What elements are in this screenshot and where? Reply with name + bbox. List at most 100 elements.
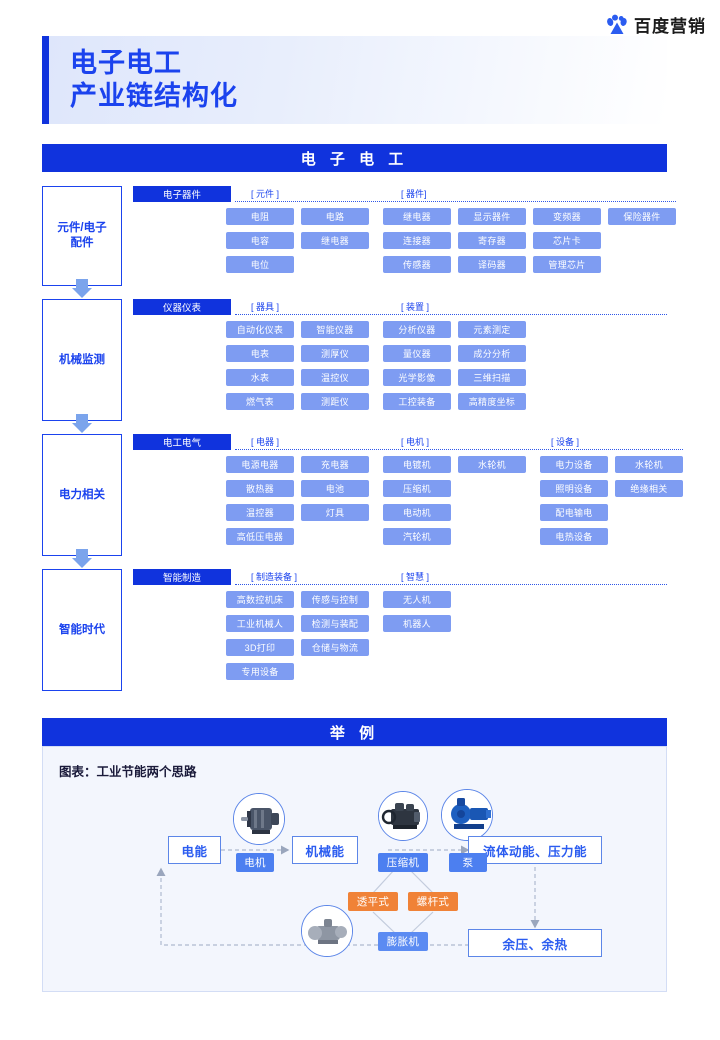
category-box-4[interactable]: 智能时代 — [42, 569, 122, 691]
group-divider — [235, 449, 683, 450]
energy-flow-diagram: 电能 机械能 流体动能、压力能 余压、余热 电机 压缩机 泵 透平式 螺杆式 膨… — [43, 747, 668, 993]
chip-item[interactable]: 无人机 — [383, 591, 451, 608]
chip-item[interactable]: 电镀机 — [383, 456, 451, 473]
chip-item[interactable]: 电热设备 — [540, 528, 608, 545]
chain-row-body: 智能制造[ 制造装备 ][ 智慧 ] 高数控机床 工业机械人 3D打印 专用设备 传感与控… — [133, 569, 667, 691]
chip-item[interactable]: 压缩机 — [383, 480, 451, 497]
chain-row-body: 电子器件[ 元件 ][ 器件] 电阻 电容 电位 电路 继电器 继电器 连接器 传感器 显示器件寄… — [133, 186, 676, 286]
chip-item[interactable]: 水轮机 — [458, 456, 526, 473]
node-mechanical-energy[interactable]: 机械能 — [292, 836, 358, 864]
chip-item[interactable]: 电路 — [301, 208, 369, 225]
group-labels: [ 元件 ] [ 器件] — [133, 187, 676, 201]
group-labels: [ 制造装备 ] [ 智慧 ] — [133, 570, 667, 584]
category-box-3[interactable]: 电力相关 — [42, 434, 122, 558]
chip-item[interactable]: 保险器件 — [608, 208, 676, 225]
chip-item[interactable]: 传感与控制 — [301, 591, 369, 608]
chip-item[interactable]: 工控装备 — [383, 393, 451, 410]
chip-column: 水轮机 绝缘相关 — [615, 456, 683, 545]
brand-name: 百度营销 — [634, 17, 706, 36]
chip-item[interactable]: 高精度坐标 — [458, 393, 526, 410]
node-electric-energy[interactable]: 电能 — [168, 836, 221, 864]
chip-item[interactable]: 燃气表 — [226, 393, 294, 410]
chip-item[interactable]: 照明设备 — [540, 480, 608, 497]
chip-column: 电镀机压缩机电动机汽轮机 — [383, 456, 451, 545]
chip-item[interactable]: 继电器 — [383, 208, 451, 225]
chip-item[interactable]: 电表 — [226, 345, 294, 362]
chip-item[interactable]: 显示器件 — [458, 208, 526, 225]
chip-item[interactable]: 检测与装配 — [301, 615, 369, 632]
label-pump[interactable]: 泵 — [449, 853, 487, 872]
node-fluid-energy[interactable]: 流体动能、压力能 — [468, 836, 602, 864]
chip-item[interactable]: 测厚仪 — [301, 345, 369, 362]
chip-item[interactable]: 电力设备 — [540, 456, 608, 473]
title-line-1: 电子电工 — [70, 48, 182, 78]
chip-item[interactable]: 专用设备 — [226, 663, 294, 680]
chip-item[interactable]: 3D打印 — [226, 639, 294, 656]
chip-item[interactable]: 芯片卡 — [533, 232, 601, 249]
chip-item[interactable]: 管理芯片 — [533, 256, 601, 273]
label-screw-type[interactable]: 螺杆式 — [408, 892, 458, 911]
group-divider — [235, 314, 667, 315]
title-line-2: 产业链结构化 — [70, 81, 238, 111]
chip-item[interactable]: 温控仪 — [301, 369, 369, 386]
category-label: 智能时代 — [59, 623, 105, 636]
node-residual-energy[interactable]: 余压、余热 — [468, 929, 602, 957]
chip-item[interactable]: 电动机 — [383, 504, 451, 521]
chip-item[interactable]: 水表 — [226, 369, 294, 386]
chip-placeholder — [301, 256, 369, 273]
chip-item[interactable]: 变频器 — [533, 208, 601, 225]
chip-item[interactable]: 机器人 — [383, 615, 451, 632]
chip-item[interactable]: 自动化仪表 — [226, 321, 294, 338]
chip-item[interactable]: 连接器 — [383, 232, 451, 249]
group-label: [ 器具 ] — [251, 302, 280, 312]
label-turbine-type[interactable]: 透平式 — [348, 892, 398, 911]
chip-item[interactable]: 光学影像 — [383, 369, 451, 386]
chain-row: 智能时代 智能制造[ 制造装备 ][ 智慧 ] 高数控机床 工业机械人 3D打印 专用设备… — [42, 569, 667, 691]
category-box-1[interactable]: 元件/电子 配件 — [42, 186, 122, 288]
chip-item[interactable]: 配电输电 — [540, 504, 608, 521]
chip-item[interactable]: 译码器 — [458, 256, 526, 273]
group-label: [ 电机 ] — [401, 437, 430, 447]
chip-item[interactable]: 水轮机 — [615, 456, 683, 473]
chip-column: 电力设备照明设备配电输电电热设备 — [540, 456, 608, 545]
chip-column: 变频器芯片卡管理芯片 — [533, 208, 601, 273]
chip-item[interactable]: 智能仪器 — [301, 321, 369, 338]
chip-placeholder — [383, 663, 451, 680]
label-motor[interactable]: 电机 — [236, 853, 274, 872]
chip-placeholder — [458, 528, 526, 545]
chip-item[interactable]: 工业机械人 — [226, 615, 294, 632]
chip-item[interactable]: 汽轮机 — [383, 528, 451, 545]
chip-item[interactable]: 电阻 — [226, 208, 294, 225]
chip-item[interactable]: 量仪器 — [383, 345, 451, 362]
chip-item[interactable]: 成分分析 — [458, 345, 526, 362]
chip-column: 高数控机床工业机械人 3D打印专用设备 — [226, 591, 294, 680]
category-label: 机械监测 — [59, 353, 105, 366]
chain-row: 电力相关 电工电气[ 电器 ][ 电机 ][ 设备 ] 电源电器 散热器 温控器 高低压电… — [42, 434, 683, 558]
category-box-2[interactable]: 机械监测 — [42, 299, 122, 423]
chip-item[interactable]: 传感器 — [383, 256, 451, 273]
chip-item[interactable]: 电池 — [301, 480, 369, 497]
chip-item[interactable]: 高低压电器 — [226, 528, 294, 545]
chip-item[interactable]: 分析仪器 — [383, 321, 451, 338]
chip-item[interactable]: 元素测定 — [458, 321, 526, 338]
chain-row: 元件/电子 配件 电子器件[ 元件 ][ 器件] 电阻 电容 电位 电路 继电器 继电器 连接器传… — [42, 186, 676, 288]
chip-item[interactable]: 灯具 — [301, 504, 369, 521]
chip-item[interactable]: 电容 — [226, 232, 294, 249]
chip-item[interactable]: 电源电器 — [226, 456, 294, 473]
chip-item[interactable]: 仓储与物流 — [301, 639, 369, 656]
chip-item[interactable]: 绝缘相关 — [615, 480, 683, 497]
chip-item[interactable]: 测距仪 — [301, 393, 369, 410]
chip-item[interactable]: 继电器 — [301, 232, 369, 249]
label-expander[interactable]: 膨胀机 — [378, 932, 428, 951]
chip-item[interactable]: 电位 — [226, 256, 294, 273]
chip-item[interactable]: 寄存器 — [458, 232, 526, 249]
chip-column: 保险器件 — [608, 208, 676, 273]
chip-placeholder — [608, 232, 676, 249]
chip-item[interactable]: 高数控机床 — [226, 591, 294, 608]
chip-item[interactable]: 散热器 — [226, 480, 294, 497]
chip-item[interactable]: 温控器 — [226, 504, 294, 521]
chip-item[interactable]: 充电器 — [301, 456, 369, 473]
chip-placeholder — [615, 504, 683, 521]
chip-item[interactable]: 三维扫描 — [458, 369, 526, 386]
label-compressor[interactable]: 压缩机 — [378, 853, 428, 872]
